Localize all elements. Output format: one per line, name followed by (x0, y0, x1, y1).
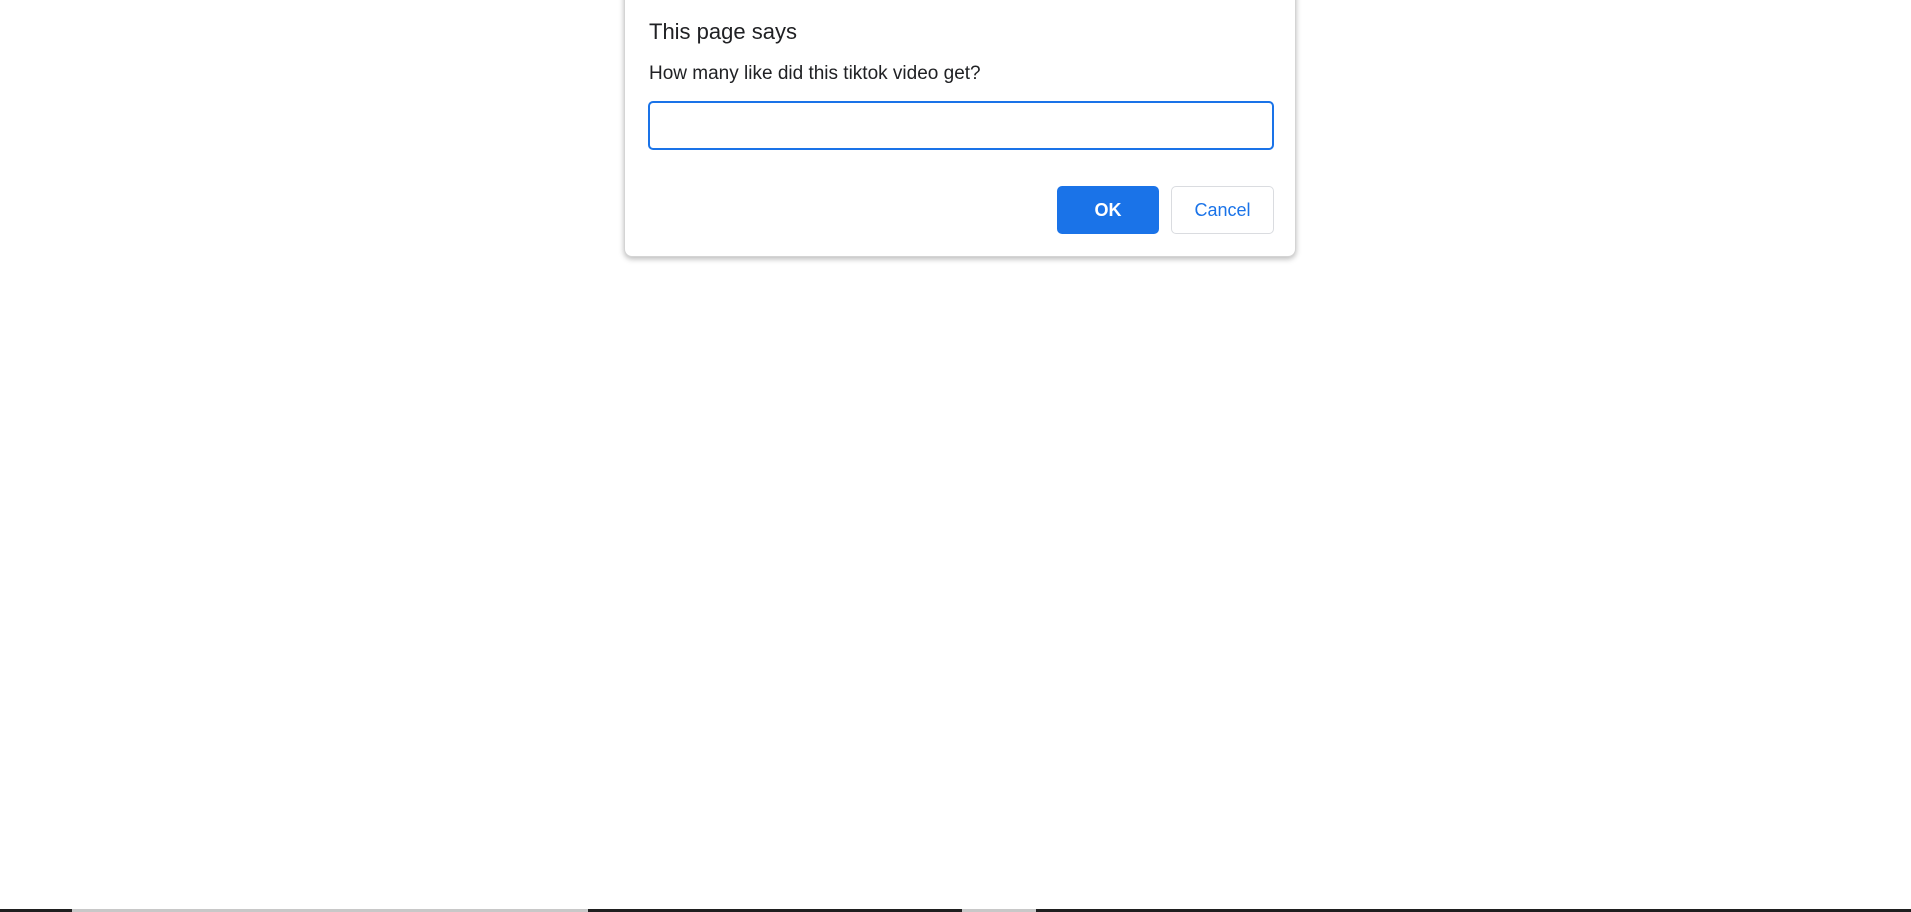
prompt-input[interactable] (648, 101, 1274, 150)
dialog-title: This page says (649, 19, 797, 44)
ok-button[interactable]: OK (1057, 186, 1159, 234)
page-background: This page says How many like did this ti… (0, 0, 1911, 912)
cancel-button[interactable]: Cancel (1171, 186, 1274, 234)
dialog-message: How many like did this tiktok video get? (649, 63, 981, 84)
prompt-dialog: This page says How many like did this ti… (624, 0, 1296, 257)
